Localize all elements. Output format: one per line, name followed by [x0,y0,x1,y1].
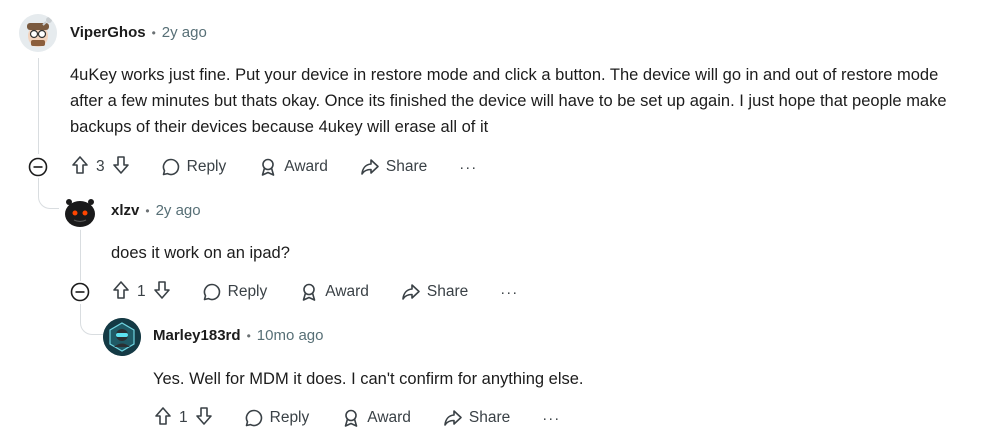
vote-count: 1 [179,409,188,426]
comment-meta: Marley183rd • 10mo ago [153,327,323,344]
share-button[interactable]: Share [401,282,468,302]
award-button[interactable]: Award [341,408,411,428]
award-label: Award [325,283,369,300]
reply-label: Reply [186,158,227,175]
chat-bubble-icon [162,158,179,176]
comment-body: Yes. Well for MDM it does. I can't confi… [153,370,584,388]
share-button[interactable]: Share [443,408,510,428]
separator-dot: • [151,25,156,40]
chat-bubble-icon [245,409,262,427]
downvote-icon [153,280,170,299]
minus-circle-icon [70,282,90,302]
comment-meta: xlzv • 2y ago [111,202,201,219]
collapse-thread-button[interactable] [28,157,48,177]
comment-actions: 3 Reply Award Share ··· [70,153,477,181]
upvote-icon [113,280,129,299]
vote-controls: 3 [70,155,131,180]
more-options-button[interactable]: ··· [500,284,518,301]
share-icon [444,410,462,426]
downvote-button[interactable] [152,280,172,305]
award-button[interactable]: Award [258,157,328,177]
comment-timestamp[interactable]: 10mo ago [257,327,324,344]
award-button[interactable]: Award [299,282,369,302]
upvote-button[interactable] [153,406,173,431]
downvote-button[interactable] [194,406,214,431]
share-label: Share [385,158,428,175]
comment-author[interactable]: xlzv [111,202,139,219]
award-label: Award [367,409,411,426]
comment-timestamp[interactable]: 2y ago [156,202,201,219]
upvote-icon [155,406,171,425]
upvote-button[interactable] [70,155,90,180]
vote-count: 3 [96,158,105,175]
share-icon [402,284,420,300]
reply-label: Reply [227,283,268,300]
collapse-thread-button[interactable] [70,282,90,302]
avatar[interactable] [19,14,57,52]
reply-button[interactable]: Reply [202,282,268,302]
award-icon [302,283,316,301]
more-options-button[interactable]: ··· [542,410,560,427]
downvote-icon [195,406,212,425]
comment-author[interactable]: Marley183rd [153,327,241,344]
comment-actions: 1 Reply Award Share ··· [153,404,560,432]
upvote-button[interactable] [111,280,131,305]
reply-button[interactable]: Reply [161,157,227,177]
chat-bubble-icon [203,283,220,301]
avatar[interactable] [103,318,141,356]
comment-meta: ViperGhos • 2y ago [70,24,207,41]
share-icon [361,159,379,175]
comment-actions: 1 Reply Award Share ··· [111,278,518,306]
comment-timestamp[interactable]: 2y ago [162,24,207,41]
vote-controls: 1 [153,406,214,431]
reply-button[interactable]: Reply [244,408,310,428]
more-options-button[interactable]: ··· [459,159,477,176]
downvote-icon [112,155,129,174]
comment-body: does it work on an ipad? [111,244,290,262]
separator-dot: • [145,203,150,218]
vote-controls: 1 [111,280,172,305]
minus-circle-icon [28,157,48,177]
comment-body: 4uKey works just fine. Put your device i… [70,66,947,136]
avatar[interactable] [60,192,98,230]
downvote-button[interactable] [111,155,131,180]
award-label: Award [284,158,328,175]
share-button[interactable]: Share [360,157,427,177]
award-icon [261,158,275,176]
award-icon [344,409,358,427]
share-label: Share [468,409,511,426]
comment-author[interactable]: ViperGhos [70,24,146,41]
separator-dot: • [246,328,251,343]
share-label: Share [426,283,469,300]
reply-label: Reply [269,409,310,426]
upvote-icon [72,155,88,174]
vote-count: 1 [137,283,146,300]
